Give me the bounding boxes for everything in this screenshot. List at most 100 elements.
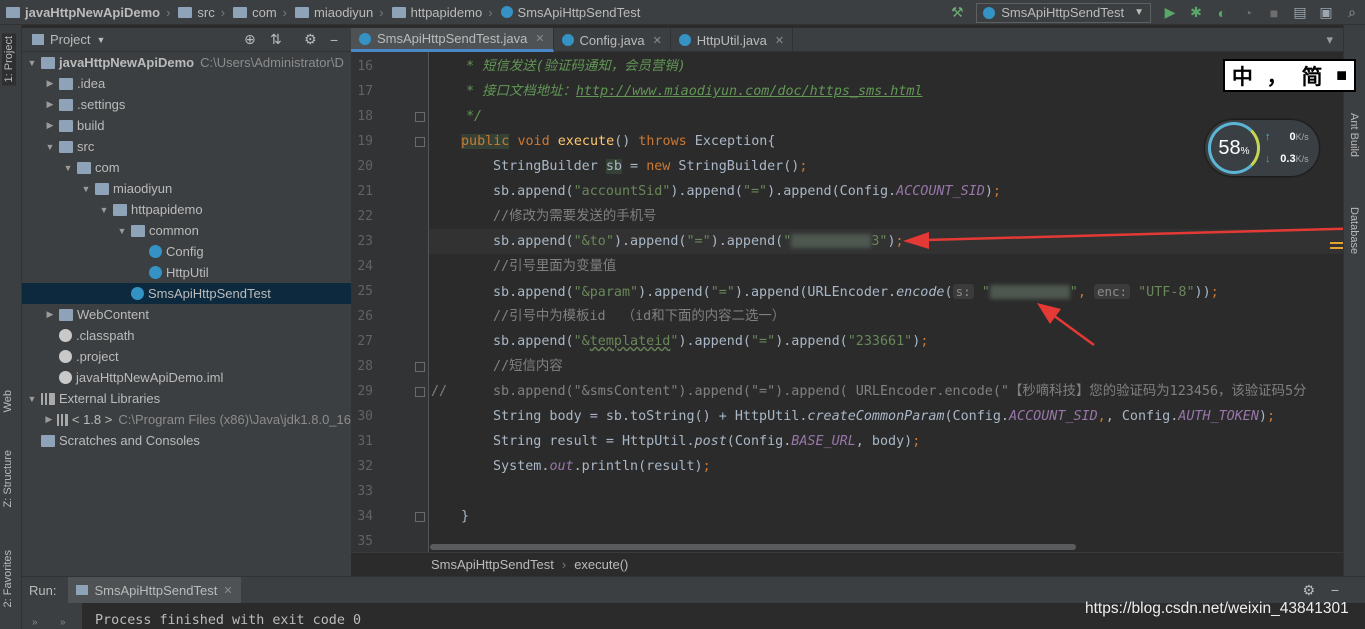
project-panel-title[interactable]: Project <box>50 32 90 47</box>
class-icon <box>131 287 144 300</box>
tree-node-label: common <box>149 223 199 238</box>
class-icon <box>983 6 996 19</box>
tree-node-label: src <box>77 139 95 154</box>
rerun-icon[interactable]: » <box>32 617 38 628</box>
locate-icon[interactable]: ⊕ <box>244 31 256 48</box>
close-icon[interactable]: ✕ <box>223 584 232 597</box>
tree-node[interactable]: .classpath <box>22 325 351 346</box>
breadcrumb-method[interactable]: execute() <box>574 557 628 572</box>
tab-project-tool[interactable]: 1: Project <box>2 33 16 86</box>
code-editor[interactable]: 16 17 18 19 20 21 22 23 24 25 26 27 28 29 30 31 32 33 34 35… <box>351 52 1343 552</box>
breadcrumb-com[interactable]: com › <box>227 0 289 25</box>
gear-icon[interactable]: ⚙ <box>304 31 317 48</box>
tab-favorites-tool[interactable]: 2: Favorites <box>2 550 14 607</box>
profile-icon[interactable]: ◔ <box>1238 3 1258 23</box>
tab-httputil[interactable]: HttpUtil.java ✕ <box>671 28 794 52</box>
breadcrumb-class[interactable]: SmsApiHttpSendTest <box>431 557 554 572</box>
warning-marker-icon[interactable] <box>1330 240 1343 252</box>
folder-icon <box>295 6 310 18</box>
chevron-right-icon[interactable]: ▶ <box>44 309 56 320</box>
folder-icon <box>131 224 145 237</box>
chevron-right-icon: › <box>166 4 171 20</box>
class-icon <box>149 245 162 258</box>
tree-node[interactable]: ▶ WebContent <box>22 304 351 325</box>
tree-node[interactable]: ▼ common <box>22 220 351 241</box>
class-icon <box>149 266 162 279</box>
dropdown-arrow-icon: ▼ <box>1134 7 1144 18</box>
breadcrumb-src[interactable]: src › <box>172 0 227 25</box>
upload-speed: ↑ 0K/s <box>1265 131 1309 143</box>
tree-node[interactable]: HttpUtil <box>22 262 351 283</box>
editor-tab-bar: SmsApiHttpSendTest.java ✕ Config.java ✕ Ht… <box>351 28 1343 52</box>
tree-node[interactable]: ▼ miaodiyun <box>22 178 351 199</box>
cpu-gauge: 58% <box>1208 122 1260 174</box>
tree-node[interactable]: ▶ build <box>22 115 351 136</box>
window-layout-icon[interactable]: ▣ <box>1316 3 1336 23</box>
tree-node[interactable]: ▼ External Libraries <box>22 388 351 409</box>
folder-icon <box>59 98 73 111</box>
tree-node[interactable]: javaHttpNewApiDemo.iml <box>22 367 351 388</box>
tree-node[interactable]: ▼ src <box>22 136 351 157</box>
tab-web-tool[interactable]: Web <box>2 390 14 412</box>
coverage-icon[interactable]: ◐ <box>1212 3 1232 23</box>
close-icon[interactable]: ✕ <box>653 34 662 47</box>
tree-node[interactable]: ▼ com <box>22 157 351 178</box>
breadcrumb-miaodiyun[interactable]: miaodiyun › <box>289 0 386 25</box>
tab-smsapihttpsendtest[interactable]: SmsApiHttpSendTest.java ✕ <box>351 28 554 52</box>
tree-node-label: SmsApiHttpSendTest <box>148 286 271 301</box>
tab-database[interactable]: Database <box>1348 207 1360 254</box>
chevron-right-icon[interactable]: ▶ <box>44 414 54 425</box>
search-everywhere-icon[interactable]: ⌕ <box>1342 3 1362 23</box>
chevron-down-icon[interactable]: ▼ <box>26 394 38 404</box>
chevron-down-icon[interactable]: ▼ <box>116 226 128 236</box>
chevron-down-icon[interactable]: ▼ <box>98 205 110 215</box>
chevron-right-icon[interactable]: ▶ <box>44 78 56 89</box>
collapse-all-icon[interactable]: ⇅ <box>270 31 282 48</box>
chevron-right-icon[interactable]: ▶ <box>44 120 56 131</box>
ime-indicator[interactable]: 中 ， 简 ■ <box>1223 59 1356 92</box>
run-configuration-select[interactable]: SmsApiHttpSendTest ▼ <box>976 2 1151 23</box>
breadcrumb-project[interactable]: javaHttpNewApiDemo › <box>0 0 172 25</box>
chevron-down-icon[interactable]: ▼ <box>80 184 92 194</box>
close-icon[interactable]: ✕ <box>535 32 544 45</box>
tree-node[interactable]: SmsApiHttpSendTest <box>22 283 351 304</box>
run-icon[interactable]: ▶ <box>1160 3 1180 23</box>
tab-overflow-icon[interactable]: ▾ <box>1326 32 1333 48</box>
scroll-icon[interactable]: » <box>60 617 66 628</box>
chevron-down-icon[interactable]: ▼ <box>62 163 74 173</box>
chevron-right-icon: › <box>488 4 493 20</box>
project-structure-icon[interactable]: ▤ <box>1290 3 1310 23</box>
folder-icon <box>59 140 73 153</box>
stop-icon[interactable]: ■ <box>1264 3 1284 23</box>
tree-node-label: httpapidemo <box>131 202 203 217</box>
tree-node[interactable]: ▼ javaHttpNewApiDemo C:\Users\Administrato… <box>22 52 351 73</box>
breadcrumb-class[interactable]: SmsApiHttpSendTest <box>495 0 643 25</box>
tree-node[interactable]: Config <box>22 241 351 262</box>
horizontal-scrollbar[interactable] <box>430 544 1076 550</box>
tree-node[interactable]: ▼ httpapidemo <box>22 199 351 220</box>
left-tool-strip: 1: Project Web Z: Structure 2: Favorites <box>0 25 22 629</box>
chevron-down-icon[interactable]: ▼ <box>26 58 38 68</box>
tree-node[interactable]: Scratches and Consoles <box>22 430 351 451</box>
gear-icon[interactable]: ⚙ <box>1302 582 1315 599</box>
build-hammer-icon[interactable]: ⚒ <box>947 3 967 23</box>
tree-node[interactable]: ▶ < 1.8 > C:\Program Files (x86)\Java\jdk1… <box>22 409 351 430</box>
close-icon[interactable]: ✕ <box>775 34 784 47</box>
run-tab[interactable]: SmsApiHttpSendTest ✕ <box>68 576 241 604</box>
tree-node-path: C:\Program Files (x86)\Java\jdk1.8.0_16 <box>118 412 351 427</box>
console-icon <box>76 585 89 595</box>
dropdown-arrow-icon[interactable]: ▼ <box>96 35 105 45</box>
tree-node[interactable]: ▶ .idea <box>22 73 351 94</box>
tab-ant-build[interactable]: Ant Build <box>1348 113 1360 157</box>
tree-node[interactable]: ▶ .settings <box>22 94 351 115</box>
breadcrumb-httpapidemo[interactable]: httpapidemo › <box>386 0 495 25</box>
tree-node[interactable]: .project <box>22 346 351 367</box>
tree-node-label: .idea <box>77 76 106 91</box>
tab-structure-tool[interactable]: Z: Structure <box>2 450 14 507</box>
minimize-icon[interactable]: − <box>330 32 338 48</box>
debug-icon[interactable]: ✱ <box>1186 3 1206 23</box>
tab-config[interactable]: Config.java ✕ <box>554 28 671 52</box>
minimize-icon[interactable]: − <box>1331 582 1339 598</box>
chevron-down-icon[interactable]: ▼ <box>44 142 56 152</box>
chevron-right-icon[interactable]: ▶ <box>44 99 56 110</box>
